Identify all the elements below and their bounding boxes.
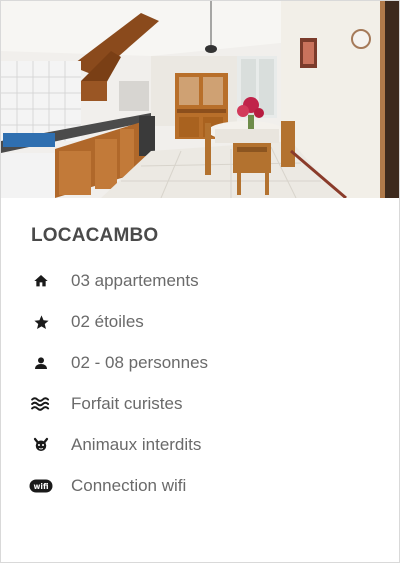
svg-text:wifi: wifi <box>33 482 48 491</box>
feature-wifi: wifi Connection wifi <box>1 468 399 504</box>
listing-title: LOCACAMBO <box>31 225 159 246</box>
feature-label: Animaux interdits <box>71 435 202 454</box>
listing-card: LOCACAMBO 03 appartements 02 étoiles 02 … <box>0 0 400 563</box>
home-icon <box>27 267 55 295</box>
no-pets-icon <box>27 431 55 459</box>
feature-label: Forfait curistes <box>71 394 183 413</box>
wifi-icon: wifi <box>27 472 55 500</box>
feature-persons: 02 - 08 personnes <box>1 345 399 381</box>
person-icon <box>27 349 55 377</box>
feature-spa: Forfait curistes <box>1 386 399 422</box>
feature-pets: Animaux interdits <box>1 427 399 463</box>
feature-label: 02 - 08 personnes <box>71 353 209 372</box>
waves-icon <box>27 390 55 418</box>
feature-label: 02 étoiles <box>71 312 144 331</box>
feature-label: 03 appartements <box>71 271 199 290</box>
listing-photo[interactable] <box>1 1 399 198</box>
feature-stars: 02 étoiles <box>1 304 399 340</box>
feature-label: Connection wifi <box>71 476 187 495</box>
star-icon <box>27 308 55 336</box>
feature-apartments: 03 appartements <box>1 263 399 299</box>
